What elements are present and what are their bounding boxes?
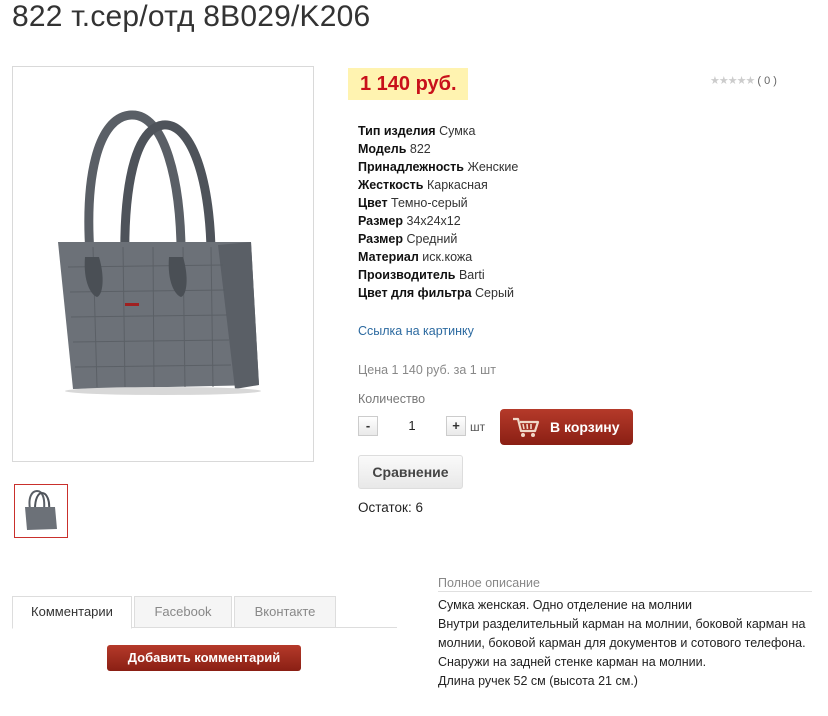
spec-row: Модель 822 — [358, 140, 518, 158]
spec-row: Размер Средний — [358, 230, 518, 248]
spec-row: Материал иск.кожа — [358, 248, 518, 266]
spec-label: Цвет — [358, 196, 388, 210]
spec-value: 34х24х12 — [406, 214, 461, 228]
spec-row: Принадлежность Женские — [358, 158, 518, 176]
tab-comments[interactable]: Комментарии — [12, 596, 132, 629]
spec-label: Материал — [358, 250, 419, 264]
spec-value: иск.кожа — [422, 250, 473, 264]
quantity-label: Количество — [358, 392, 426, 406]
spec-label: Жесткость — [358, 178, 424, 192]
spec-value: Женские — [467, 160, 519, 174]
spec-value: Темно-серый — [391, 196, 468, 210]
spec-row: Жесткость Каркасная — [358, 176, 518, 194]
spec-label: Цвет для фильтра — [358, 286, 472, 300]
rating[interactable]: ★★★★★ ( 0 ) — [710, 74, 777, 87]
cart-icon — [513, 417, 540, 437]
description-heading: Полное описание — [438, 576, 812, 592]
page-title: 822 т.сер/отд 8B029/K206 — [12, 0, 371, 33]
description-line: Длина ручек 52 см (высота 21 см.) — [438, 674, 638, 688]
product-price: 1 140 руб. — [348, 68, 468, 100]
spec-row: Размер 34х24х12 — [358, 212, 518, 230]
spec-row: Производитель Barti — [358, 266, 518, 284]
description-line: Внутри разделительный карман на молнии, … — [438, 617, 806, 650]
product-main-image[interactable] — [12, 66, 314, 462]
compare-button[interactable]: Сравнение — [358, 455, 463, 489]
spec-value: Сумка — [439, 124, 476, 138]
spec-row: Цвет Темно-серый — [358, 194, 518, 212]
spec-row: Тип изделия Сумка — [358, 122, 518, 140]
add-to-cart-label: В корзину — [550, 419, 620, 435]
spec-label: Модель — [358, 142, 407, 156]
product-specs: Тип изделия Сумка Модель 822 Принадлежно… — [358, 122, 518, 302]
spec-row: Цвет для фильтра Серый — [358, 284, 518, 302]
handbag-image — [58, 110, 261, 395]
tab-facebook[interactable]: Facebook — [134, 596, 232, 627]
spec-label: Тип изделия — [358, 124, 436, 138]
quantity-input[interactable]: 1 — [384, 416, 440, 436]
handbag-thumbnail-image — [25, 489, 57, 530]
rating-count: ( 0 ) — [757, 75, 777, 87]
rating-stars-icon[interactable]: ★★★★★ — [710, 75, 755, 87]
description-line: Сумка женская. Одно отделение на молнии — [438, 598, 692, 612]
price-per-unit: Цена 1 140 руб. за 1 шт — [358, 363, 496, 377]
spec-value: Серый — [475, 286, 514, 300]
description-body: Сумка женская. Одно отделение на молнии … — [438, 596, 812, 691]
add-to-cart-button[interactable]: В корзину — [500, 409, 633, 445]
product-thumbnail[interactable] — [14, 484, 68, 538]
description-line: Снаружи на задней стенке карман на молни… — [438, 655, 707, 669]
add-comment-button[interactable]: Добавить комментарий — [107, 645, 301, 671]
spec-value: Средний — [406, 232, 458, 246]
spec-value: Каркасная — [426, 178, 488, 192]
quantity-increment-button[interactable]: + — [446, 416, 466, 436]
spec-label: Принадлежность — [358, 160, 464, 174]
spec-value: Barti — [458, 268, 485, 282]
quantity-decrement-button[interactable]: - — [358, 416, 378, 436]
stock-status: Остаток: 6 — [358, 500, 423, 515]
spec-value: 822 — [409, 142, 431, 156]
comment-tabs: Комментарии Facebook Вконтакте — [12, 594, 397, 629]
quantity-unit: шт — [470, 420, 486, 434]
spec-label: Производитель — [358, 268, 456, 282]
spec-label: Размер — [358, 232, 404, 246]
spec-label: Размер — [358, 214, 404, 228]
tab-vkontakte[interactable]: Вконтакте — [234, 596, 336, 627]
picture-link[interactable]: Ссылка на картинку — [358, 324, 474, 338]
